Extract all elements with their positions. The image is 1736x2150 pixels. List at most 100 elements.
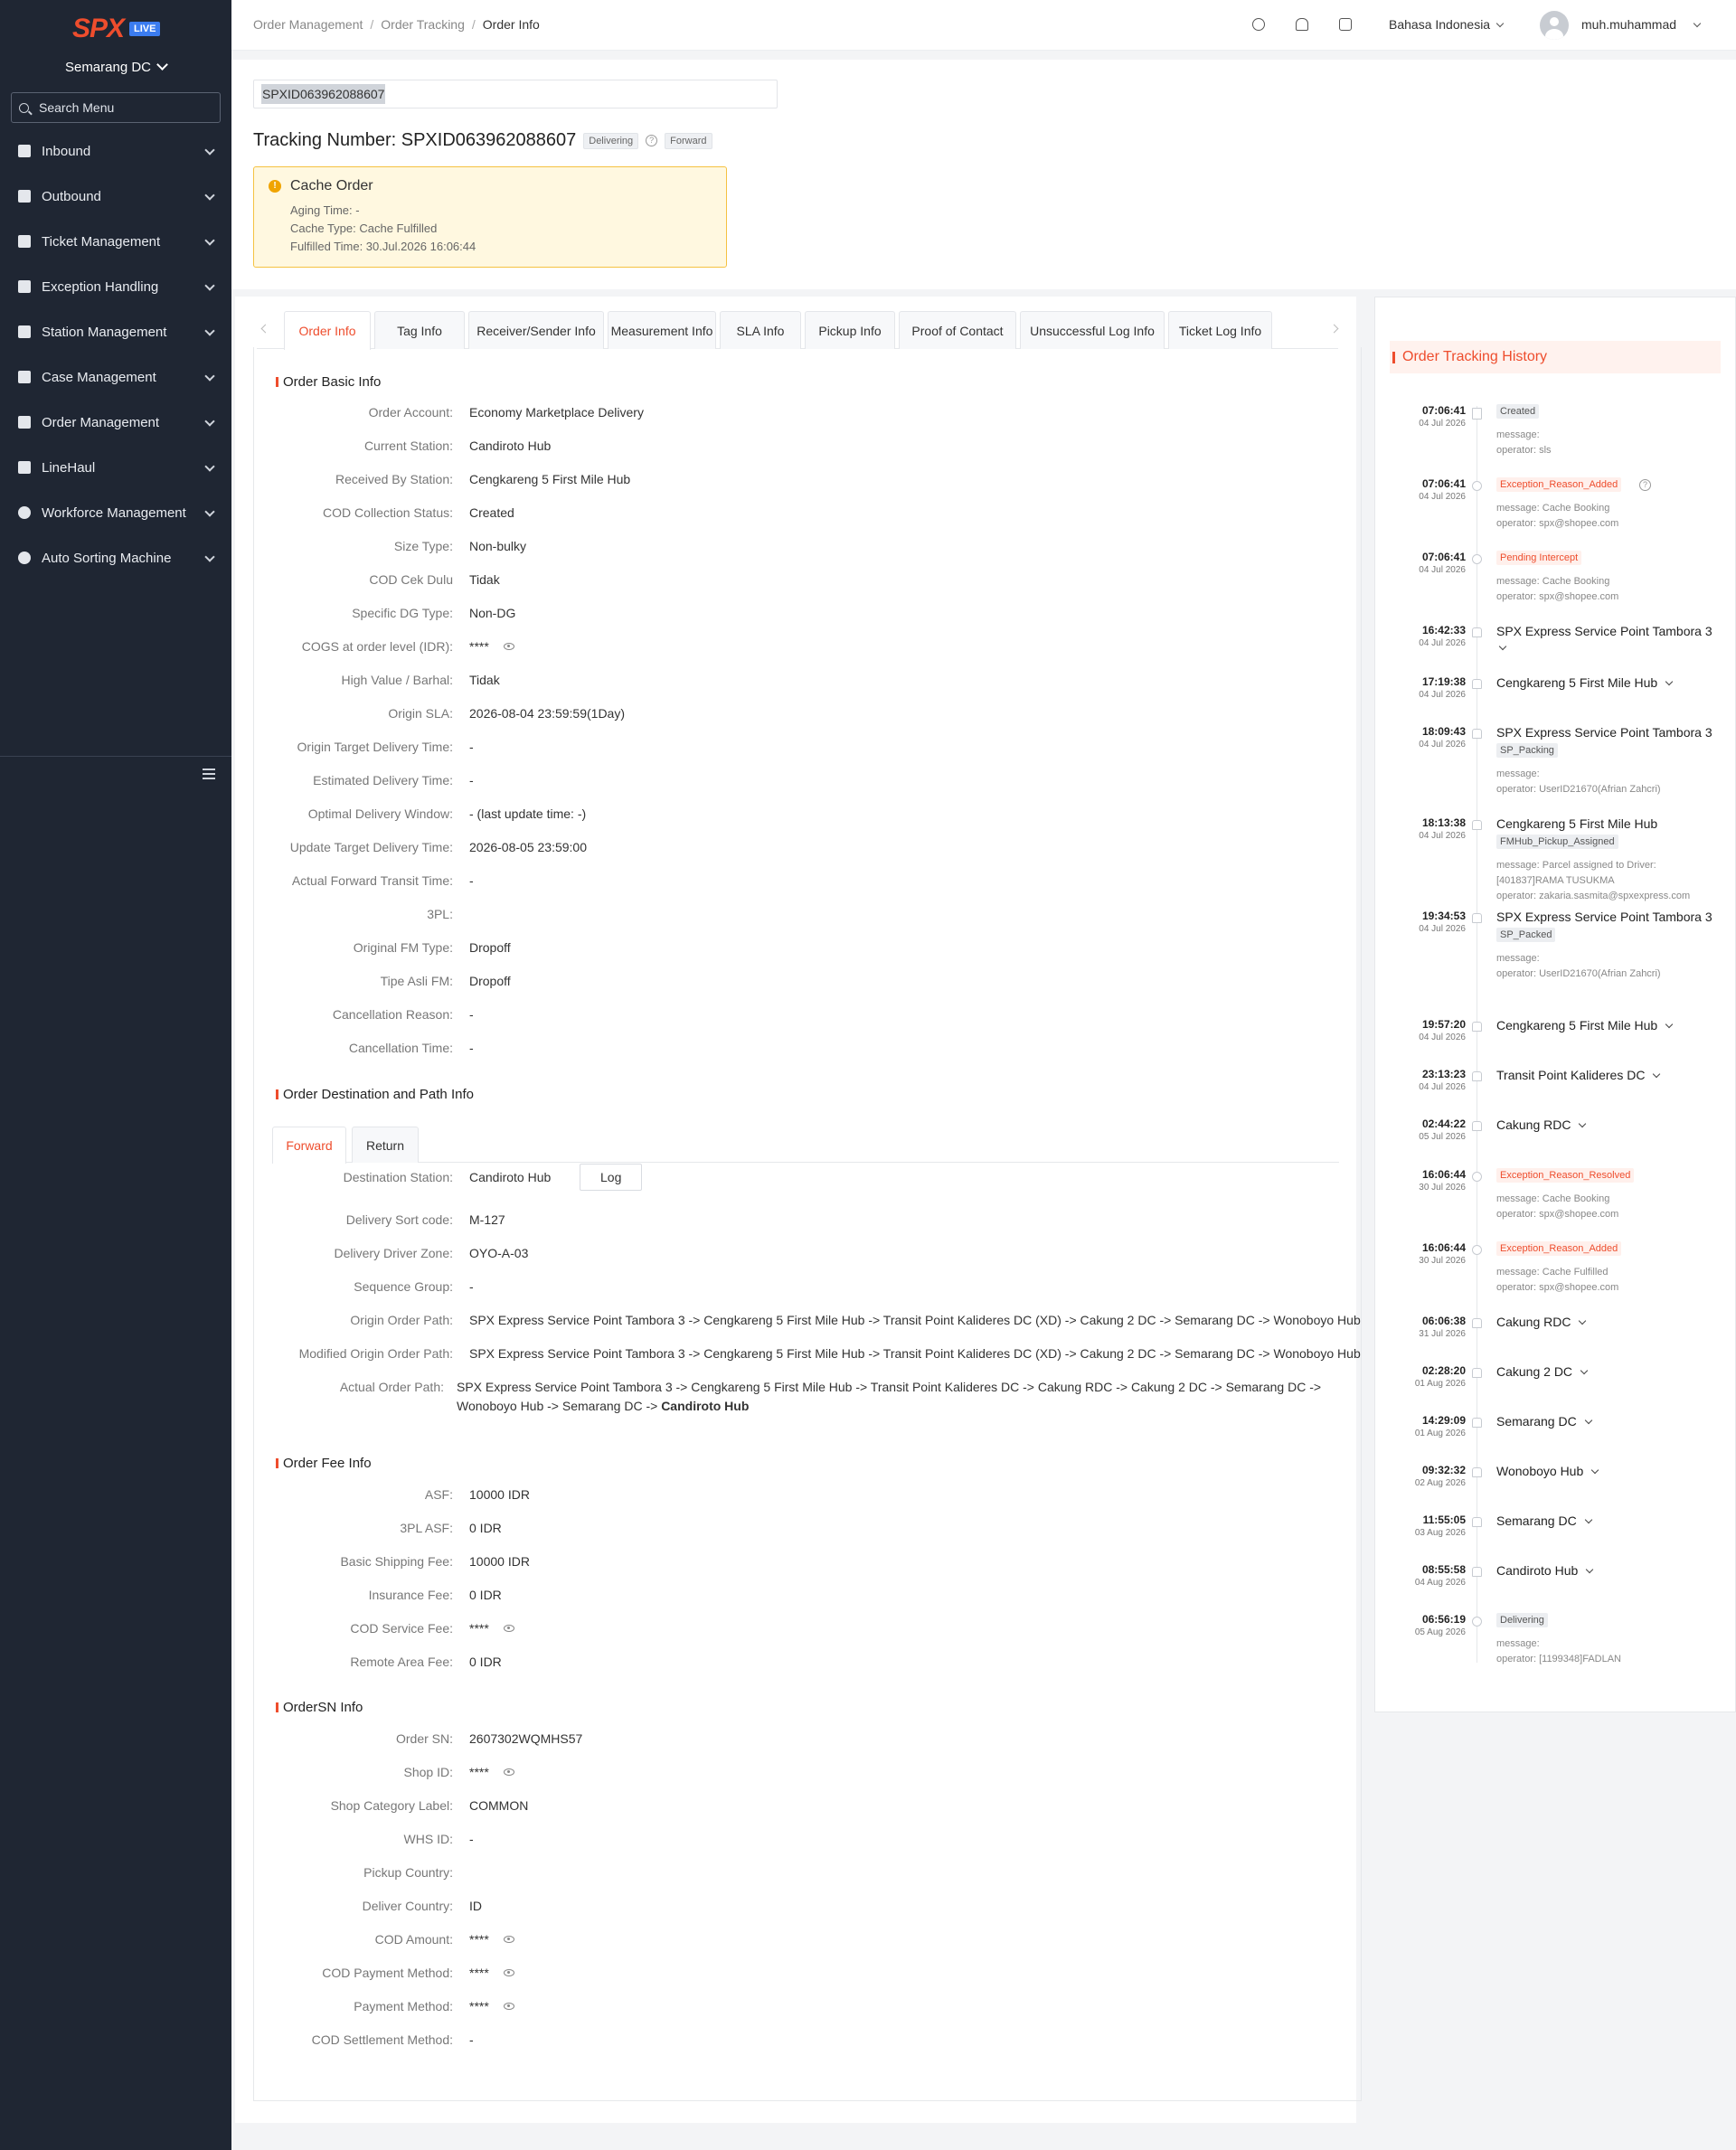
language-selector[interactable]: Bahasa Indonesia xyxy=(1389,17,1505,32)
event-sub-badge: FMHub_Pickup_Assigned xyxy=(1496,835,1618,849)
event-station[interactable]: Cengkareng 5 First Mile Hub xyxy=(1496,1018,1674,1033)
sidebar-item-order-management[interactable]: Order Management xyxy=(0,400,231,445)
clipboard-icon[interactable] xyxy=(1339,18,1352,31)
event-station[interactable]: Cakung 2 DC xyxy=(1496,1364,1589,1379)
field-label: Size Type: xyxy=(393,539,453,553)
tracking-number-input[interactable]: SPXID063962088607 xyxy=(253,80,778,108)
event-time: 02:44:22 xyxy=(1421,1117,1466,1130)
field-cancellation-reason: Cancellation Reason: - xyxy=(254,1007,1357,1025)
chevron-down-icon[interactable] xyxy=(1665,677,1674,686)
event-time: 06:56:19 xyxy=(1421,1613,1466,1626)
cache-aging: Aging Time: - xyxy=(290,203,360,217)
avatar[interactable] xyxy=(1540,11,1569,40)
spx-logo[interactable]: SPX LIVE xyxy=(72,14,161,43)
eye-icon[interactable] xyxy=(504,643,514,650)
station-icon xyxy=(1472,913,1482,923)
event-station[interactable]: SPX Express Service Point Tambora 3 xyxy=(1496,624,1712,638)
chevron-down-icon[interactable] xyxy=(1586,1565,1594,1574)
chevron-down-icon[interactable] xyxy=(1580,1366,1589,1375)
chevron-down-icon[interactable] xyxy=(1665,1020,1674,1029)
chevron-down-icon[interactable] xyxy=(1653,1070,1661,1079)
sidebar-item-station-management[interactable]: Station Management xyxy=(0,309,231,354)
event-station[interactable]: Semarang DC xyxy=(1496,1513,1592,1528)
sidebar-item-inbound[interactable]: Inbound xyxy=(0,128,231,174)
event-station[interactable]: Transit Point Kalideres DC xyxy=(1496,1068,1661,1082)
tab-ticket-log-info[interactable]: Ticket Log Info xyxy=(1168,311,1272,349)
chevron-down-icon[interactable] xyxy=(1498,642,1507,651)
event-station[interactable]: Candiroto Hub xyxy=(1496,1563,1594,1578)
collapse-menu-icon[interactable] xyxy=(203,769,215,779)
event-station[interactable]: Cengkareng 5 First Mile Hub xyxy=(1496,675,1674,690)
sidebar-item-workforce-management[interactable]: Workforce Management xyxy=(0,490,231,535)
tab-proof-of-contact[interactable]: Proof of Contact xyxy=(899,311,1016,349)
event-message: message: xyxy=(1496,1638,1540,1649)
sidebar-item-auto-sorting-machine[interactable]: Auto Sorting Machine xyxy=(0,535,231,580)
tab-scroll-right-icon[interactable] xyxy=(1329,324,1339,334)
tab-scroll-left-icon[interactable] xyxy=(260,324,270,334)
user-menu[interactable]: muh.muhammad xyxy=(1581,17,1702,32)
field-value: **** xyxy=(469,1932,489,1947)
event-station[interactable]: Cakung RDC xyxy=(1496,1315,1587,1329)
event-station[interactable]: SPX Express Service Point Tambora 3 xyxy=(1496,725,1712,740)
event-station[interactable]: SPX Express Service Point Tambora 3 xyxy=(1496,910,1712,924)
event-station[interactable]: Wonoboyo Hub xyxy=(1496,1464,1599,1478)
field-original-fm-type: Original FM Type: Dropoff xyxy=(254,940,1357,958)
field-cogs-at-order-level-idr: COGS at order level (IDR): **** xyxy=(254,639,1357,657)
help-icon[interactable]: ? xyxy=(646,135,658,146)
field-label: ASF: xyxy=(424,1487,453,1502)
field-label: Sequence Group: xyxy=(354,1279,453,1294)
field-value: 0 IDR xyxy=(469,1521,502,1535)
tab-receiver-sender-info[interactable]: Receiver/Sender Info xyxy=(468,311,604,349)
subtab-return[interactable]: Return xyxy=(352,1127,419,1163)
sidebar-item-exception-handling[interactable]: Exception Handling xyxy=(0,264,231,309)
tab-pickup-info[interactable]: Pickup Info xyxy=(805,311,895,349)
field-value: SPX Express Service Point Tambora 3 -> C… xyxy=(469,1346,1361,1361)
field-label: COD Service Fee: xyxy=(350,1621,453,1636)
field-shop-category-label: Shop Category Label: COMMON xyxy=(254,1798,1357,1816)
eye-icon[interactable] xyxy=(504,2003,514,2010)
station-selector[interactable]: Semarang DC xyxy=(0,59,231,75)
sidebar-item-outbound[interactable]: Outbound xyxy=(0,174,231,219)
field-label: Destination Station: xyxy=(343,1170,453,1184)
event-message: message: xyxy=(1496,953,1540,964)
station-name: Cengkareng 5 First Mile Hub xyxy=(1496,675,1658,690)
tab-sla-info[interactable]: SLA Info xyxy=(720,311,801,349)
eye-icon[interactable] xyxy=(504,1625,514,1632)
event-station[interactable]: Cakung RDC xyxy=(1496,1117,1587,1132)
help-icon[interactable]: ? xyxy=(1639,479,1651,491)
sidebar-item-linehaul[interactable]: LineHaul xyxy=(0,445,231,490)
tab-measurement-info[interactable]: Measurement Info xyxy=(608,311,716,349)
chevron-down-icon[interactable] xyxy=(1591,1466,1599,1475)
search-menu-input[interactable]: Search Menu xyxy=(11,92,221,123)
event-station[interactable]: Cengkareng 5 First Mile Hub xyxy=(1496,816,1657,831)
eye-icon[interactable] xyxy=(504,1936,514,1943)
log-button[interactable]: Log xyxy=(580,1164,643,1191)
tab-tag-info[interactable]: Tag Info xyxy=(374,311,465,349)
breadcrumb-order-management[interactable]: Order Management xyxy=(253,17,363,32)
sidebar-item-ticket-management[interactable]: Ticket Management xyxy=(0,219,231,264)
event-station[interactable]: Semarang DC xyxy=(1496,1414,1592,1429)
event-time: 23:13:23 xyxy=(1421,1068,1466,1080)
event-time: 16:42:33 xyxy=(1421,624,1466,637)
language-label: Bahasa Indonesia xyxy=(1389,17,1491,32)
detail-tabs: Order Info Tag Info Receiver/Sender Info Me… xyxy=(257,311,1339,350)
chevron-down-icon[interactable] xyxy=(1579,1316,1587,1325)
breadcrumb-order-tracking[interactable]: Order Tracking xyxy=(381,17,465,32)
sidebar-item-case-management[interactable]: Case Management xyxy=(0,354,231,400)
shield-icon[interactable] xyxy=(1252,18,1265,31)
field-value: - xyxy=(469,1279,474,1294)
field-cod-payment-method: COD Payment Method: **** xyxy=(254,1966,1357,1984)
eye-icon[interactable] xyxy=(504,1768,514,1776)
tab-order-info[interactable]: Order Info xyxy=(284,311,371,350)
status-badge: Delivering xyxy=(583,132,639,149)
order-info-panel: Order Basic Info Order Account: Economy M… xyxy=(253,347,1362,2101)
chevron-down-icon[interactable] xyxy=(1579,1119,1587,1128)
eye-icon[interactable] xyxy=(504,1969,514,1976)
chevron-down-icon[interactable] xyxy=(1584,1515,1592,1524)
bell-icon[interactable] xyxy=(1296,18,1308,31)
field-delivery-sort-code: Delivery Sort code: M-127 xyxy=(254,1212,1357,1231)
subtab-forward[interactable]: Forward xyxy=(272,1127,346,1164)
tab-unsuccessful-log-info[interactable]: Unsuccessful Log Info xyxy=(1020,311,1165,349)
chevron-down-icon[interactable] xyxy=(1584,1416,1592,1425)
station-name: Wonoboyo Hub xyxy=(1496,1464,1584,1478)
